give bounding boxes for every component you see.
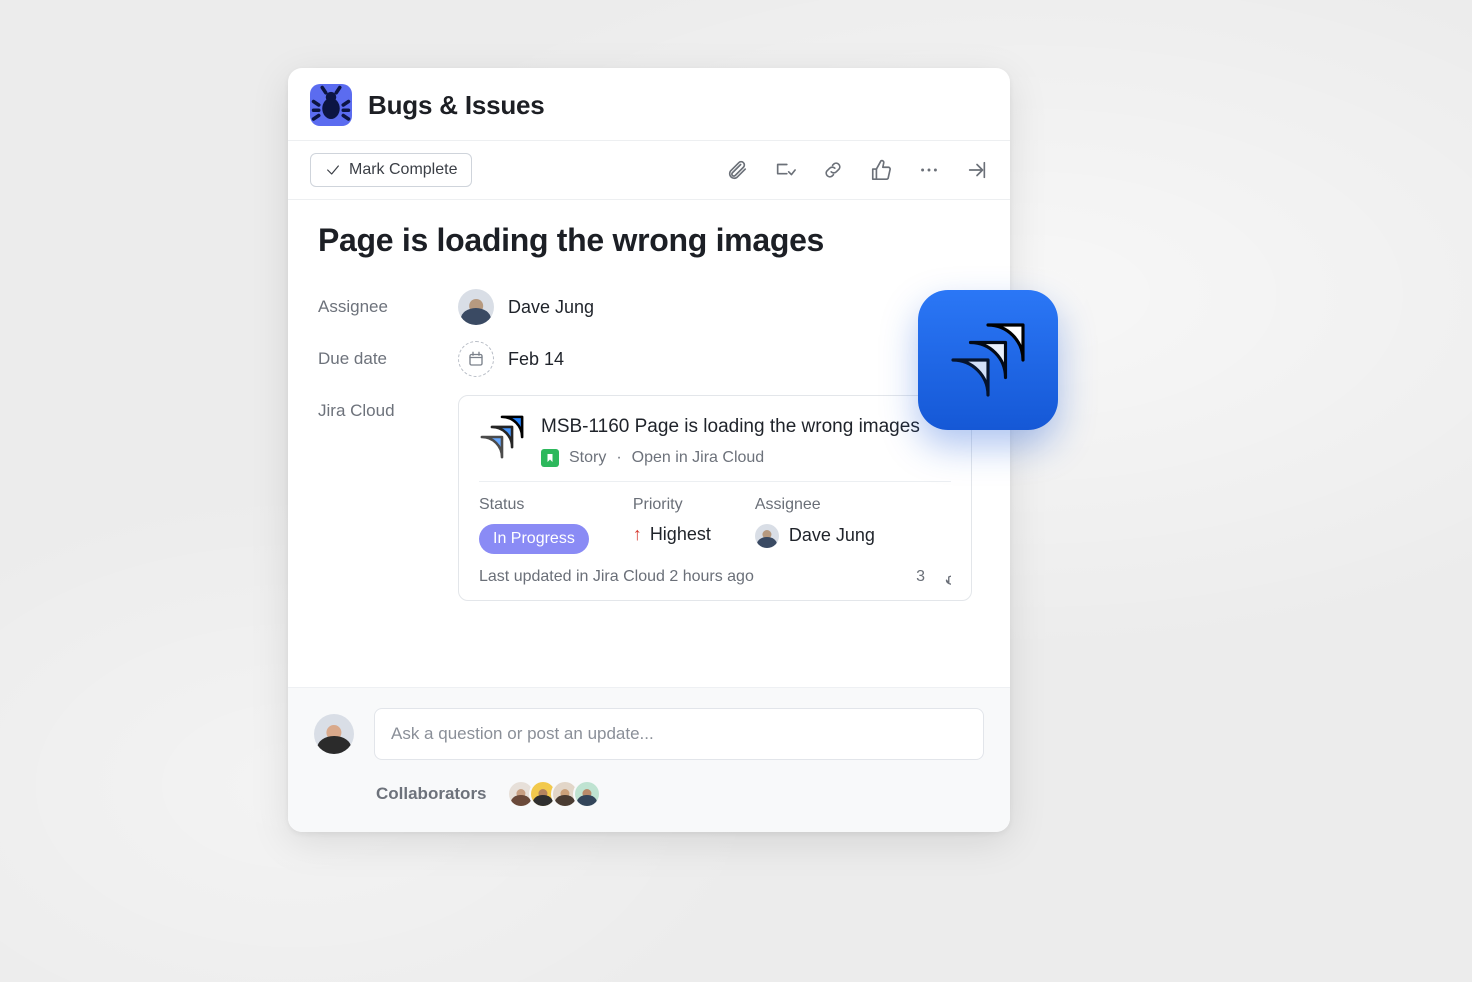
jira-field-label: Jira Cloud [318, 391, 458, 421]
assignee-avatar [458, 289, 494, 325]
check-icon [325, 162, 341, 178]
due-date-label: Due date [318, 349, 458, 369]
link-icon[interactable] [822, 159, 844, 181]
collaborator-avatars[interactable] [513, 780, 601, 808]
jira-status-label: Status [479, 496, 589, 514]
panel-body: Page is loading the wrong images Assigne… [288, 200, 1010, 687]
project-icon [310, 84, 352, 126]
story-type-icon [541, 449, 559, 467]
project-title: Bugs & Issues [368, 90, 545, 121]
due-date-value[interactable]: Feb 14 [458, 341, 564, 377]
open-in-jira-link[interactable]: Open in Jira Cloud [632, 449, 765, 467]
comment-icon [933, 568, 951, 586]
jira-card-divider [479, 481, 951, 482]
toolbar-icons [726, 159, 988, 181]
jira-card-footer: Last updated in Jira Cloud 2 hours ago 3 [479, 568, 951, 586]
jira-assignee-label: Assignee [755, 496, 875, 514]
composer-row [314, 708, 984, 760]
assignee-name: Dave Jung [508, 297, 594, 318]
jira-assignee-avatar [755, 524, 779, 548]
priority-up-arrow-icon: ↑ [633, 524, 642, 545]
panel-toolbar: Mark Complete [288, 141, 1010, 200]
jira-priority-label: Priority [633, 496, 711, 514]
jira-assignee-col: Assignee Dave Jung [755, 496, 875, 554]
jira-assignee-value[interactable]: Dave Jung [755, 524, 875, 548]
status-pill[interactable]: In Progress [479, 524, 589, 554]
collaborators-row: Collaborators [314, 780, 984, 808]
jira-card-header: MSB-1160 Page is loading the wrong image… [479, 414, 951, 467]
calendar-icon [458, 341, 494, 377]
jira-assignee-name: Dave Jung [789, 525, 875, 546]
priority-text: Highest [650, 524, 711, 545]
priority-value[interactable]: ↑ Highest [633, 524, 711, 545]
collaborator-avatar [573, 780, 601, 808]
task-title[interactable]: Page is loading the wrong images [318, 222, 980, 259]
subtask-icon[interactable] [774, 159, 796, 181]
jira-row: Jira Cloud MSB-1160 Page is loading the … [318, 391, 980, 601]
assignee-row: Assignee Dave Jung [318, 281, 980, 333]
assignee-label: Assignee [318, 297, 458, 317]
assignee-value[interactable]: Dave Jung [458, 289, 594, 325]
due-date-text: Feb 14 [508, 349, 564, 370]
task-detail-panel: Bugs & Issues Mark Complete [288, 68, 1010, 832]
mark-complete-label: Mark Complete [349, 161, 457, 179]
jira-logo-icon [479, 414, 525, 460]
current-user-avatar [314, 714, 354, 754]
jira-priority-col: Priority ↑ Highest [633, 496, 711, 554]
jira-app-icon [946, 318, 1030, 402]
comment-input[interactable] [374, 708, 984, 760]
attachment-icon[interactable] [726, 159, 748, 181]
like-icon[interactable] [870, 159, 892, 181]
jira-comments-count: 3 [916, 568, 925, 586]
bug-icon [310, 84, 352, 126]
collapse-icon[interactable] [966, 159, 988, 181]
jira-card-title-block: MSB-1160 Page is loading the wrong image… [541, 414, 920, 467]
jira-app-badge [918, 290, 1058, 430]
more-icon[interactable] [918, 159, 940, 181]
jira-type-label: Story [569, 449, 606, 467]
jira-comments[interactable]: 3 [916, 568, 951, 586]
due-date-row: Due date Feb 14 [318, 333, 980, 385]
panel-header: Bugs & Issues [288, 68, 1010, 141]
collaborators-label: Collaborators [376, 784, 487, 804]
jira-status-col: Status In Progress [479, 496, 589, 554]
jira-card-subline: Story · Open in Jira Cloud [541, 449, 920, 467]
mark-complete-button[interactable]: Mark Complete [310, 153, 472, 187]
jira-card[interactable]: MSB-1160 Page is loading the wrong image… [458, 395, 972, 601]
jira-last-updated: Last updated in Jira Cloud 2 hours ago [479, 568, 754, 586]
jira-card-meta: Status In Progress Priority ↑ Highest As… [479, 496, 951, 554]
panel-footer: Collaborators [288, 687, 1010, 832]
jira-issue-title: MSB-1160 Page is loading the wrong image… [541, 414, 920, 441]
